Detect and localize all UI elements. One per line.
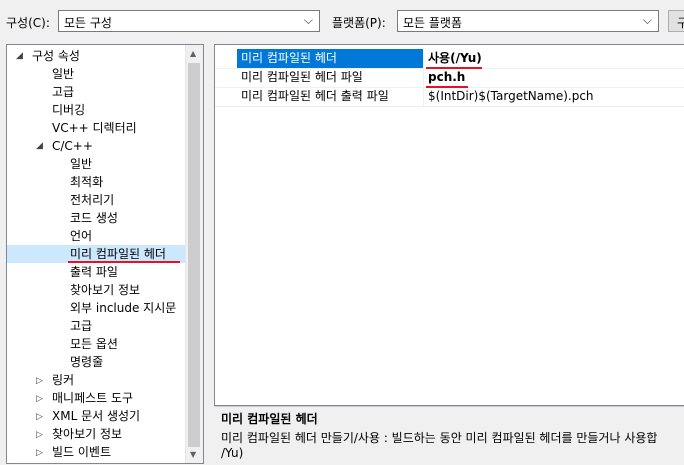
description-title: 미리 컴파일된 헤더 xyxy=(221,412,318,426)
property-tree[interactable]: ◢ 구성 속성 일반 고급 디버깅 VC++ 디렉터리 ◢ C/C++ 일반 최… xyxy=(6,44,204,464)
config-toolbar: 구성(C): 모든 구성 ⌵ 플랫폼(P): 모든 플랫폼 ⌵ 구 xyxy=(0,0,684,44)
platform-combobox[interactable]: 모든 플랫폼 ⌵ xyxy=(397,10,659,32)
tree-item-browse-info[interactable]: 찾아보기 정보 xyxy=(52,425,122,443)
property-value[interactable]: pch.h xyxy=(423,68,465,87)
tree-item-build-events[interactable]: 빌드 이벤트 xyxy=(52,443,111,461)
property-name[interactable]: 미리 컴파일된 헤더 파일 xyxy=(237,68,423,87)
platform-label: 플랫폼(P): xyxy=(332,16,386,30)
collapsed-arrow-icon[interactable]: ▷ xyxy=(36,448,43,458)
description-body-continued: /Yu) xyxy=(221,446,244,460)
grid-row[interactable]: 미리 컴파일된 헤더 파일 pch.h xyxy=(215,68,684,88)
tree-item-debugging[interactable]: 디버깅 xyxy=(52,101,85,119)
tree-scrollbar[interactable]: ▲ ▼ xyxy=(185,45,203,463)
collapsed-arrow-icon[interactable]: ▷ xyxy=(36,394,43,404)
tree-item-advanced[interactable]: 고급 xyxy=(52,83,74,101)
config-combobox[interactable]: 모든 구성 ⌵ xyxy=(58,10,320,32)
collapsed-arrow-icon[interactable]: ▷ xyxy=(36,430,43,440)
tree-item-general[interactable]: 일반 xyxy=(52,65,74,83)
scrollbar-thumb[interactable] xyxy=(188,63,200,447)
property-value[interactable]: 사용(/Yu) xyxy=(423,49,482,68)
tree-root-config-properties[interactable]: 구성 속성 xyxy=(32,47,80,65)
property-name[interactable]: 미리 컴파일된 헤더 출력 파일 xyxy=(237,87,423,106)
config-manager-button-label: 구 xyxy=(677,16,684,30)
property-grid: 미리 컴파일된 헤더 사용(/Yu) 미리 컴파일된 헤더 파일 pch.h 미… xyxy=(214,44,684,406)
expanded-arrow-icon[interactable]: ◢ xyxy=(36,141,43,151)
tree-item-xml-doc-generator[interactable]: XML 문서 생성기 xyxy=(52,407,140,425)
scroll-up-icon[interactable]: ▲ xyxy=(190,49,196,58)
tree-item-cpp-command-line[interactable]: 명령줄 xyxy=(70,353,103,371)
collapsed-arrow-icon[interactable]: ▷ xyxy=(36,376,43,386)
collapsed-arrow-icon[interactable]: ▷ xyxy=(36,412,43,422)
tree-item-cpp-general[interactable]: 일반 xyxy=(70,155,92,173)
tree-item-cpp-advanced[interactable]: 고급 xyxy=(70,317,92,335)
description-body: 미리 컴파일된 헤더 만들기/사용 : 빌드하는 동안 미리 컴파일된 헤더를 … xyxy=(221,431,658,445)
tree-item-cpp-language[interactable]: 언어 xyxy=(70,227,92,245)
chevron-down-icon: ⌵ xyxy=(303,13,313,27)
platform-value: 모든 플랫폼 xyxy=(403,16,463,30)
description-panel: 미리 컴파일된 헤더 미리 컴파일된 헤더 만들기/사용 : 빌드하는 동안 미… xyxy=(214,406,684,465)
config-manager-button[interactable]: 구 xyxy=(668,10,684,32)
chevron-down-icon: ⌵ xyxy=(642,13,652,27)
config-value: 모든 구성 xyxy=(64,16,112,30)
tree-item-cpp[interactable]: C/C++ xyxy=(52,137,93,155)
tree-item-cpp-browse-info[interactable]: 찾아보기 정보 xyxy=(70,281,140,299)
property-value[interactable]: $(IntDir)$(TargetName).pch xyxy=(423,87,594,106)
tree-item-linker[interactable]: 링커 xyxy=(52,371,74,389)
scroll-down-icon[interactable]: ▼ xyxy=(190,450,196,459)
grid-row[interactable]: 미리 컴파일된 헤더 출력 파일 $(IntDir)$(TargetName).… xyxy=(215,87,684,107)
tree-item-cpp-external-includes[interactable]: 외부 include 지시문 xyxy=(70,299,176,317)
tree-item-cpp-code-generation[interactable]: 코드 생성 xyxy=(70,209,118,227)
property-name[interactable]: 미리 컴파일된 헤더 xyxy=(237,49,423,68)
tree-item-cpp-all-options[interactable]: 모든 옵션 xyxy=(70,335,118,353)
tree-item-cpp-output-files[interactable]: 출력 파일 xyxy=(70,263,118,281)
grid-row[interactable]: 미리 컴파일된 헤더 사용(/Yu) xyxy=(215,49,684,69)
tree-item-vc-directories[interactable]: VC++ 디렉터리 xyxy=(52,119,137,137)
tree-item-manifest-tool[interactable]: 매니페스트 도구 xyxy=(52,389,133,407)
expanded-arrow-icon[interactable]: ◢ xyxy=(16,51,23,61)
tree-item-cpp-preprocessor[interactable]: 전처리기 xyxy=(70,191,114,209)
tree-item-cpp-optimization[interactable]: 최적화 xyxy=(70,173,103,191)
config-label: 구성(C): xyxy=(6,16,50,30)
